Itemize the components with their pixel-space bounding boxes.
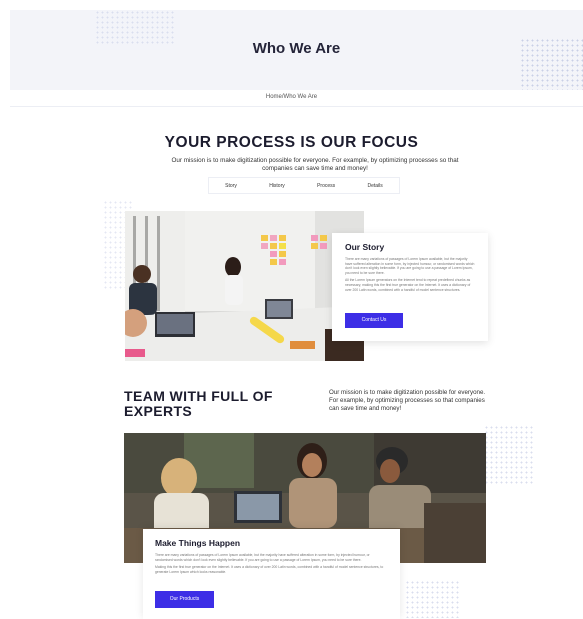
team-heading: TEAM WITH FULL OF EXPERTS <box>124 388 273 419</box>
things-paragraph: There are many variations of passages of… <box>155 553 370 562</box>
things-paragraph: Making this the first true generator on … <box>155 565 384 574</box>
story-title: Our Story <box>345 242 385 252</box>
hero-banner: Who We Are <box>10 10 583 90</box>
focus-heading: YOUR PROCESS IS OUR FOCUS <box>164 134 419 151</box>
page-title: Who We Are <box>252 40 341 57</box>
tab-details[interactable]: Details <box>368 183 383 189</box>
things-title: Make Things Happen <box>155 538 241 548</box>
team-description: Our mission is to make digitization poss… <box>329 389 486 413</box>
tab-story[interactable]: Story <box>225 183 237 189</box>
breadcrumb[interactable]: Home/Who We Are <box>0 94 583 100</box>
story-paragraph: All the Lorem Ipsum generators on the In… <box>345 278 471 292</box>
tab-process[interactable]: Process <box>317 183 335 189</box>
section-tabs: Story History Process Details <box>208 177 400 194</box>
our-story-card: Our Story There are many variations of p… <box>332 233 488 341</box>
dot-pattern <box>95 10 175 44</box>
tab-history[interactable]: History <box>269 183 285 189</box>
contact-us-button[interactable]: Contact Us <box>345 313 403 328</box>
divider <box>10 106 583 107</box>
office-meeting-image <box>125 211 364 361</box>
story-paragraph: There are many variations of passages of… <box>345 257 475 275</box>
dot-pattern <box>484 425 534 485</box>
our-products-button[interactable]: Our Products <box>155 591 214 608</box>
dot-pattern <box>405 580 460 618</box>
make-things-happen-card: Make Things Happen There are many variat… <box>143 529 400 619</box>
focus-description: Our mission is to make digitization poss… <box>171 157 459 173</box>
